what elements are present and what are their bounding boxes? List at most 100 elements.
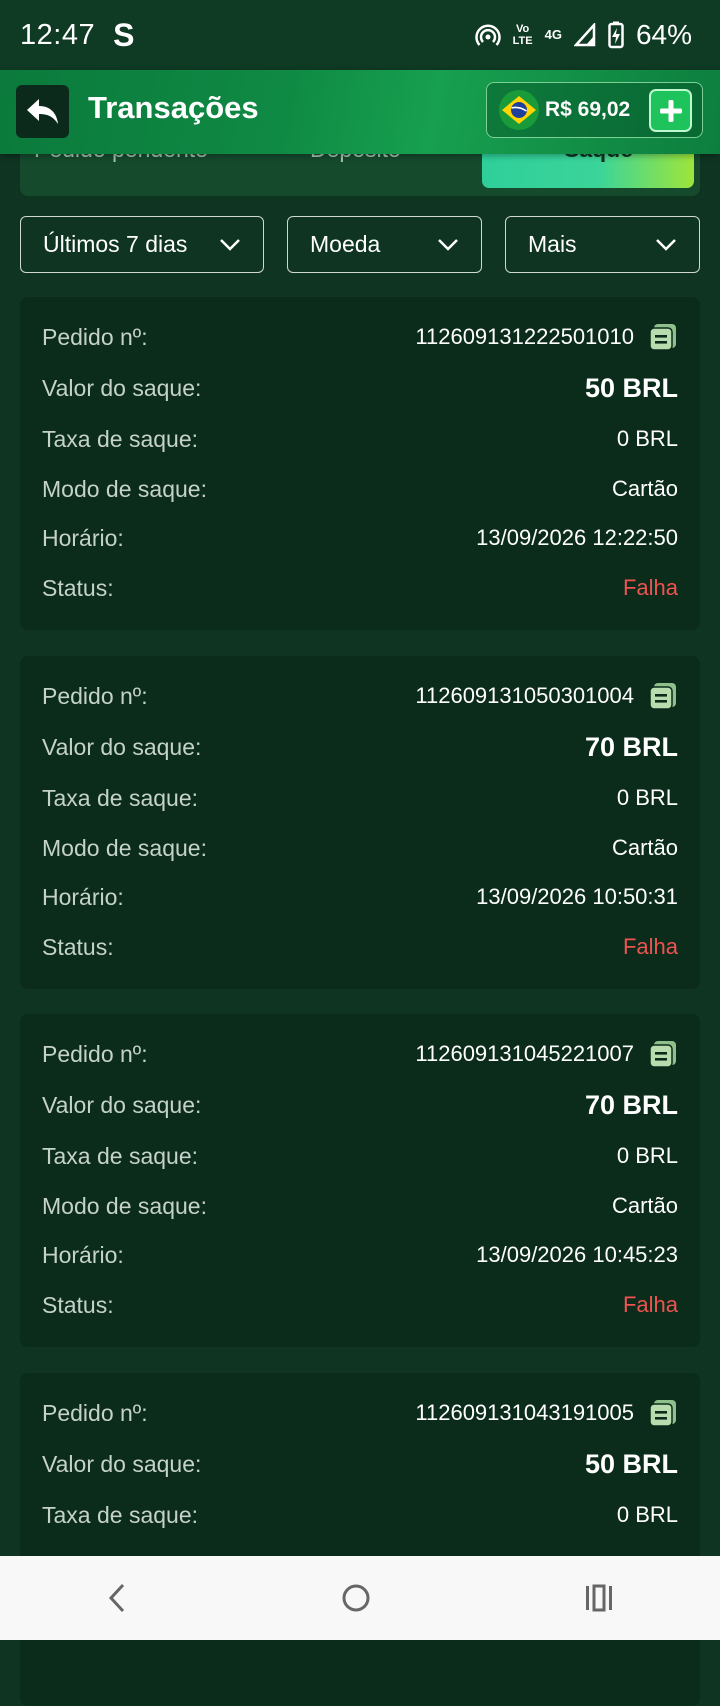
transaction-card: Pedido nº: 112609131222501010 Valor do s… [20, 297, 700, 630]
order-label: Pedido nº: [42, 682, 148, 709]
back-arrow-icon [26, 98, 58, 124]
mode-value: Cartão [611, 835, 678, 860]
balance-display[interactable]: R$ 69,02 [486, 82, 703, 138]
mode-label: Modo de saque: [42, 834, 207, 861]
mode-row: Modo de saque: Cartão [42, 469, 678, 509]
mode-label: Modo de saque: [42, 1192, 207, 1219]
nav-recents-icon[interactable] [583, 1584, 615, 1612]
plus-icon [659, 99, 682, 122]
order-number: 112609131050301004 [415, 683, 634, 708]
fee-row: Taxa de saque: 0 BRL [42, 1495, 678, 1535]
order-row: Pedido nº: 112609131043191005 [42, 1393, 678, 1433]
fee-value: 0 BRL [616, 1143, 678, 1168]
status-value: Falha [622, 1292, 678, 1317]
fee-row: Taxa de saque: 0 BRL [42, 778, 678, 818]
time-label: Horário: [42, 524, 124, 551]
battery-icon [608, 21, 624, 49]
chevron-down-icon [656, 238, 676, 251]
fee-value: 0 BRL [616, 426, 678, 451]
status-row: Status: Falha [42, 1285, 678, 1325]
network-type-icon: 4G [544, 27, 562, 42]
system-nav-bar [0, 1556, 720, 1640]
amount-row: Valor do saque: 50 BRL [42, 368, 678, 408]
amount-label: Valor do saque: [42, 1450, 202, 1477]
mode-row: Modo de saque: Cartão [42, 1186, 678, 1226]
transaction-card: Pedido nº: 112609131050301004 Valor do s… [20, 656, 700, 989]
period-filter[interactable]: Últimos 7 dias [20, 216, 264, 273]
status-row: Status: Falha [42, 927, 678, 967]
copy-icon[interactable] [648, 1398, 678, 1428]
transaction-card: Pedido nº: 112609131045221007 Valor do s… [20, 1014, 700, 1347]
more-filter[interactable]: Mais [505, 216, 700, 273]
fee-label: Taxa de saque: [42, 784, 199, 811]
amount-value: 50 BRL [584, 1448, 678, 1479]
fee-row: Taxa de saque: 0 BRL [42, 419, 678, 459]
status-bar: 12:47 S Vo LTE 4G 64% [0, 0, 720, 70]
order-label: Pedido nº: [42, 323, 148, 350]
time-row: Horário: 13/09/2026 12:22:50 [42, 518, 678, 558]
status-value: Falha [622, 934, 678, 959]
fee-label: Taxa de saque: [42, 425, 199, 452]
fee-label: Taxa de saque: [42, 1142, 199, 1169]
period-filter-label: Últimos 7 dias [43, 231, 188, 257]
chevron-down-icon [220, 238, 240, 251]
back-button[interactable] [16, 85, 69, 138]
fee-value: 0 BRL [616, 785, 678, 810]
amount-row: Valor do saque: 70 BRL [42, 1085, 678, 1125]
chevron-down-icon [438, 238, 458, 251]
status-label: Status: [42, 574, 114, 601]
time-value: 13/09/2026 12:22:50 [476, 525, 678, 550]
amount-value: 70 BRL [584, 731, 678, 762]
status-value: Falha [622, 575, 678, 600]
order-number: 112609131222501010 [415, 324, 634, 349]
amount-label: Valor do saque: [42, 1091, 202, 1118]
status-label: Status: [42, 1291, 114, 1318]
brazil-flag-icon [499, 90, 539, 130]
time-row: Horário: 13/09/2026 10:45:23 [42, 1235, 678, 1275]
volte-icon: Vo LTE [512, 23, 533, 47]
nav-back-icon[interactable] [105, 1582, 129, 1614]
fee-value: 0 BRL [616, 1502, 678, 1527]
order-label: Pedido nº: [42, 1399, 148, 1426]
time-label: Horário: [42, 1241, 124, 1268]
transaction-card: Pedido nº: 112609131043191005 Valor do s… [20, 1373, 700, 1706]
app-header: Transações R$ 69,02 [0, 70, 720, 154]
order-number: 112609131045221007 [415, 1041, 634, 1066]
order-row: Pedido nº: 112609131050301004 [42, 676, 678, 716]
copy-icon[interactable] [648, 322, 678, 352]
amount-row: Valor do saque: 70 BRL [42, 727, 678, 767]
currency-filter-label: Moeda [310, 231, 381, 257]
amount-value: 70 BRL [584, 1089, 678, 1120]
balance-amount: R$ 69,02 [545, 98, 631, 121]
amount-value: 50 BRL [584, 372, 678, 403]
nav-home-icon[interactable] [340, 1582, 372, 1614]
order-row: Pedido nº: 112609131222501010 [42, 317, 678, 357]
copy-icon[interactable] [648, 681, 678, 711]
mode-row: Modo de saque: Cartão [42, 828, 678, 868]
order-row: Pedido nº: 112609131045221007 [42, 1034, 678, 1074]
battery-percent: 64% [635, 19, 692, 50]
more-filter-label: Mais [528, 231, 577, 257]
fee-row: Taxa de saque: 0 BRL [42, 1136, 678, 1176]
signal-icon [573, 23, 596, 47]
status-row: Status: Falha [42, 568, 678, 608]
time-value: 13/09/2026 10:50:31 [476, 884, 678, 909]
mode-value: Cartão [611, 1193, 678, 1218]
add-funds-button[interactable] [649, 89, 692, 132]
page-title: Transações [88, 90, 259, 125]
amount-row: Valor do saque: 50 BRL [42, 1444, 678, 1484]
currency-filter[interactable]: Moeda [287, 216, 482, 273]
status-time: 12:47 [20, 18, 96, 51]
order-label: Pedido nº: [42, 1040, 148, 1067]
order-number: 112609131043191005 [415, 1400, 634, 1425]
hotspot-icon [474, 24, 501, 46]
fee-label: Taxa de saque: [42, 1501, 199, 1528]
mode-label: Modo de saque: [42, 475, 207, 502]
time-label: Horário: [42, 883, 124, 910]
amount-label: Valor do saque: [42, 733, 202, 760]
status-label: Status: [42, 933, 114, 960]
amount-label: Valor do saque: [42, 374, 202, 401]
time-value: 13/09/2026 10:45:23 [476, 1242, 678, 1267]
copy-icon[interactable] [648, 1039, 678, 1069]
mode-value: Cartão [611, 476, 678, 501]
